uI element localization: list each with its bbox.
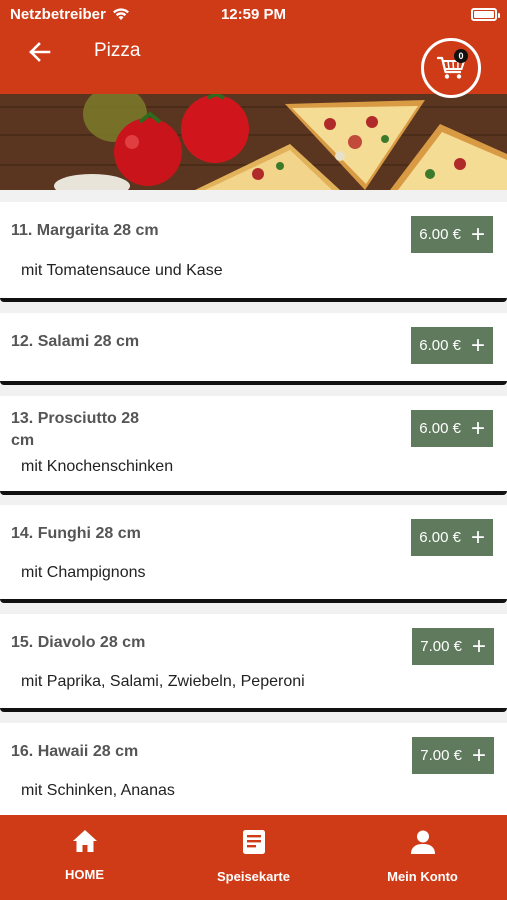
item-price: 6.00 € (419, 337, 461, 354)
add-to-cart-button[interactable]: 6.00 € + (411, 216, 493, 253)
app-bar: Pizza 0 (0, 28, 507, 98)
plus-icon: + (470, 414, 485, 442)
add-to-cart-button[interactable]: 7.00 € + (412, 628, 494, 665)
cart-count-badge: 0 (454, 49, 468, 63)
bottom-navigation: HOME Speisekarte Mein Konto (0, 815, 507, 900)
add-to-cart-button[interactable]: 6.00 € + (411, 519, 493, 556)
person-icon (410, 830, 435, 854)
menu-list-icon (242, 830, 265, 854)
menu-item-card[interactable]: 15. Diavolo 28 cm mit Paprika, Salami, Z… (0, 614, 507, 712)
plus-icon: + (471, 632, 486, 660)
item-price: 6.00 € (419, 529, 461, 546)
nav-item-mein-konto[interactable]: Mein Konto (338, 815, 507, 900)
plus-icon: + (470, 331, 485, 359)
plus-icon: + (470, 220, 485, 248)
carrier-name: Netzbetreiber (10, 5, 106, 23)
item-description: mit Knochenschinken (21, 458, 174, 475)
battery-icon (471, 7, 500, 21)
plus-icon: + (470, 523, 485, 551)
item-name: 11. Margarita 28 cm (11, 222, 159, 239)
nav-item-home[interactable]: HOME (0, 815, 169, 900)
add-to-cart-button[interactable]: 6.00 € + (411, 410, 493, 447)
add-to-cart-button[interactable]: 7.00 € + (412, 737, 494, 774)
cart-button[interactable]: 0 (421, 38, 481, 98)
home-icon (72, 830, 97, 852)
item-price: 7.00 € (420, 638, 462, 655)
nav-label: Speisekarte (217, 869, 290, 884)
add-to-cart-button[interactable]: 6.00 € + (411, 327, 493, 364)
item-name: 12. Salami 28 cm (11, 333, 140, 350)
menu-item-card[interactable]: 14. Funghi 28 cm mit Champignons 6.00 € … (0, 505, 507, 603)
item-price: 6.00 € (419, 420, 461, 437)
item-description: mit Paprika, Salami, Zwiebeln, Peperoni (21, 673, 305, 690)
nav-label: Mein Konto (387, 869, 458, 884)
nav-item-speisekarte[interactable]: Speisekarte (169, 815, 338, 900)
carrier-group: Netzbetreiber (10, 6, 130, 23)
menu-item-card[interactable]: 16. Hawaii 28 cm mit Schinken, Ananas 7.… (0, 723, 507, 821)
arrow-left-icon (29, 42, 51, 62)
plus-icon: + (471, 741, 486, 769)
menu-item-card[interactable]: 11. Margarita 28 cm mit Tomatensauce und… (0, 202, 507, 302)
status-bar: Netzbetreiber 12:59 PM (0, 0, 507, 28)
back-button[interactable] (22, 34, 58, 70)
menu-item-card[interactable]: 12. Salami 28 cm 6.00 € + (0, 313, 507, 385)
page-title: Pizza (94, 40, 141, 61)
item-name: 13. Prosciutto 28 cm (11, 410, 140, 449)
item-price: 7.00 € (420, 747, 462, 764)
category-banner-image (0, 94, 507, 190)
item-description: mit Tomatensauce und Kase (21, 262, 223, 279)
wifi-icon (112, 8, 129, 20)
menu-item-card[interactable]: 13. Prosciutto 28 cm mit Knochenschinken… (0, 396, 507, 495)
nav-label: HOME (65, 867, 104, 882)
item-name: 14. Funghi 28 cm (11, 525, 141, 542)
item-description: mit Champignons (21, 564, 146, 581)
item-price: 6.00 € (419, 226, 461, 243)
item-name: 16. Hawaii 28 cm (11, 743, 139, 760)
item-description: mit Schinken, Ananas (21, 782, 175, 799)
item-name: 15. Diavolo 28 cm (11, 634, 146, 651)
